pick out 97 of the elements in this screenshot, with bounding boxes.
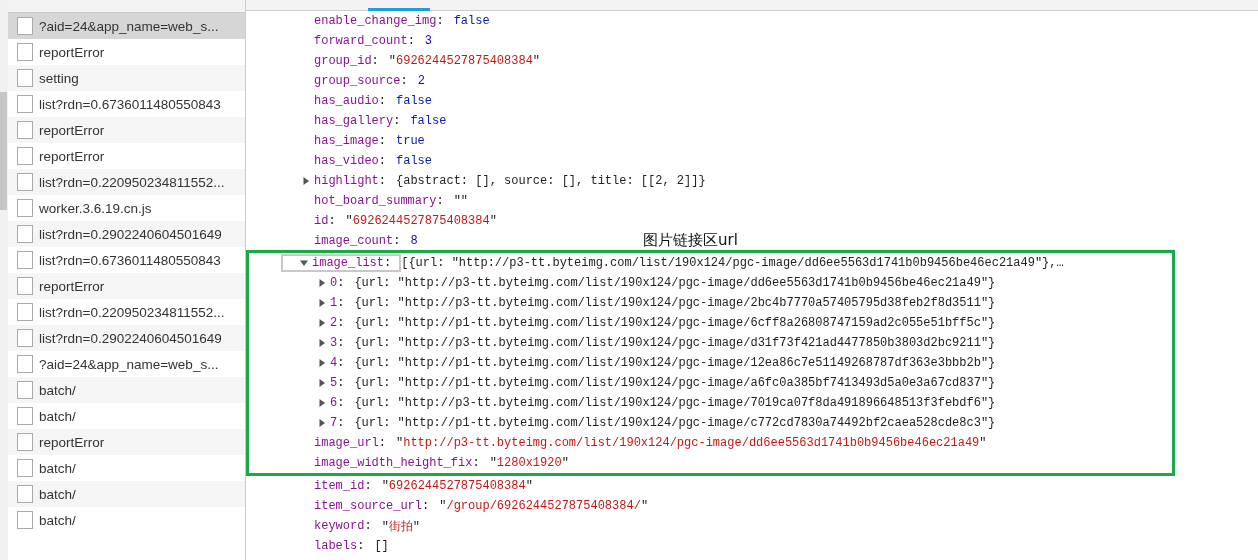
expand-arrow-icon[interactable] — [318, 299, 326, 307]
property-key: hot_board_summary: — [314, 194, 444, 208]
file-icon — [17, 459, 33, 477]
file-icon — [17, 485, 33, 503]
property-value: [{url: "http://p3-tt.byteimg.com/list/190x124/pgc-image/dd6ee5563d1741b0b9456be46ec21a49"},… — [401, 256, 1064, 270]
expand-arrow-icon[interactable] — [318, 399, 326, 407]
annotation-label: 图片链接区url — [643, 231, 738, 250]
property-key: highlight: — [314, 174, 386, 188]
file-icon — [17, 173, 33, 191]
property-key: image_list: — [312, 256, 392, 270]
property-key: group_source: — [314, 74, 408, 88]
request-row[interactable]: reportError — [8, 429, 245, 455]
property-key: image_count: — [314, 234, 401, 248]
property-value: "http://p3-tt.byteimg.com/list/190x124/pgc-image/dd6ee5563d1741b0b9456be46ec21a49" — [396, 436, 987, 450]
request-row[interactable]: list?rdn=0.220950234811552... — [8, 169, 245, 195]
request-row[interactable]: reportError — [8, 273, 245, 299]
property-key: has_video: — [314, 154, 386, 168]
file-icon — [17, 95, 33, 113]
file-icon — [17, 381, 33, 399]
property-key: has_image: — [314, 134, 386, 148]
property-key: enable_change_img: — [314, 14, 444, 28]
property-value: {url: "http://p1-tt.byteimg.com/list/190x124/pgc-image/12ea86c7e51149268787df363e3bbb2b"} — [354, 356, 996, 370]
expand-arrow-icon[interactable] — [318, 339, 326, 347]
property-value: {url: "http://p3-tt.byteimg.com/list/190x124/pgc-image/d31f73f421ad4477850b3803d2bc9211"} — [354, 336, 996, 350]
property-key: 3: — [330, 336, 345, 350]
file-icon — [17, 303, 33, 321]
file-icon — [17, 69, 33, 87]
request-row[interactable]: list?rdn=0.2902240604501649 — [8, 221, 245, 247]
property-value: {url: "http://p1-tt.byteimg.com/list/190x124/pgc-image/c772cd7830a74492bf2caea528cde8c3"} — [354, 416, 996, 430]
request-row[interactable]: batch/ — [8, 481, 245, 507]
property-value: {url: "http://p3-tt.byteimg.com/list/190x124/pgc-image/2bc4b7770a57405795d38feb2f8d3511"} — [354, 296, 996, 310]
file-icon — [17, 121, 33, 139]
property-value: [] — [374, 539, 389, 553]
request-row[interactable]: ?aid=24&app_name=web_s... — [8, 13, 245, 39]
expand-arrow-icon[interactable] — [318, 379, 326, 387]
request-row[interactable]: setting — [8, 65, 245, 91]
file-icon — [17, 17, 33, 35]
expand-arrow-icon[interactable] — [302, 177, 310, 185]
property-key: 6: — [330, 396, 345, 410]
property-value: {abstract: [], source: [], title: [[2, 2]]} — [396, 174, 706, 188]
tab-underline — [368, 8, 430, 11]
property-value: "/group/6926244527875408384/" — [439, 499, 649, 513]
request-row[interactable]: batch/ — [8, 377, 245, 403]
property-key: 0: — [330, 276, 345, 290]
file-icon — [17, 511, 33, 529]
property-key: 5: — [330, 376, 345, 390]
property-value: "6926244527875408384" — [388, 54, 541, 68]
file-icon — [17, 355, 33, 373]
file-icon — [17, 199, 33, 217]
expand-arrow-icon[interactable] — [318, 319, 326, 327]
property-value: "街拍" — [381, 518, 421, 535]
property-value: {url: "http://p3-tt.byteimg.com/list/190x124/pgc-image/7019ca07f8da491896648513f3febdf6"} — [354, 396, 996, 410]
property-value: false — [410, 114, 447, 128]
property-key: 1: — [330, 296, 345, 310]
property-key: 7: — [330, 416, 345, 430]
file-icon — [17, 43, 33, 61]
property-value: 8 — [410, 234, 418, 248]
scrollbar-thumb[interactable] — [0, 92, 7, 210]
property-key: forward_count: — [314, 34, 415, 48]
property-value: {url: "http://p1-tt.byteimg.com/list/190x124/pgc-image/6cff8a26808747159ad2c055e51bff5c"} — [354, 316, 996, 330]
property-key: image_url: — [314, 436, 386, 450]
property-key: item_source_url: — [314, 499, 430, 513]
file-icon — [17, 147, 33, 165]
file-icon — [17, 251, 33, 269]
expand-arrow-icon[interactable] — [318, 419, 326, 427]
property-value: {url: "http://p3-tt.byteimg.com/list/190x124/pgc-image/dd6ee5563d1741b0b9456be46ec21a49"} — [354, 276, 996, 290]
property-key: has_audio: — [314, 94, 386, 108]
expand-arrow-icon[interactable] — [318, 359, 326, 367]
property-key: image_width_height_fix: — [314, 456, 480, 470]
file-icon — [17, 407, 33, 425]
property-value: "1280x1920" — [489, 456, 569, 470]
expand-arrow-icon[interactable] — [318, 279, 326, 287]
property-value: {url: "http://p1-tt.byteimg.com/list/190x124/pgc-image/a6fc0a385bf7413493d5a0e3a67cd837"} — [354, 376, 996, 390]
request-row[interactable]: reportError — [8, 117, 245, 143]
property-key: keyword: — [314, 519, 372, 533]
property-value: false — [396, 154, 433, 168]
file-icon — [17, 277, 33, 295]
property-key: has_gallery: — [314, 114, 401, 128]
property-value: "6926244527875408384" — [345, 214, 497, 228]
property-key: group_id: — [314, 54, 379, 68]
property-value: 2 — [417, 74, 425, 88]
property-value: 3 — [424, 34, 433, 48]
property-key: item_id: — [314, 479, 372, 493]
file-icon — [17, 329, 33, 347]
property-key: labels: — [314, 539, 365, 553]
file-icon — [17, 225, 33, 243]
property-key: id: — [314, 214, 336, 228]
property-value: "6926244527875408384" — [381, 479, 533, 493]
request-row[interactable]: list?rdn=0.2902240604501649 — [8, 325, 245, 351]
file-icon — [17, 433, 33, 451]
property-value: false — [396, 94, 433, 108]
property-key: 4: — [330, 356, 345, 370]
property-value: false — [453, 14, 490, 28]
property-value: true — [396, 134, 425, 148]
property-key: 2: — [330, 316, 345, 330]
property-value: "" — [453, 194, 469, 208]
collapse-arrow-icon[interactable] — [300, 259, 308, 267]
